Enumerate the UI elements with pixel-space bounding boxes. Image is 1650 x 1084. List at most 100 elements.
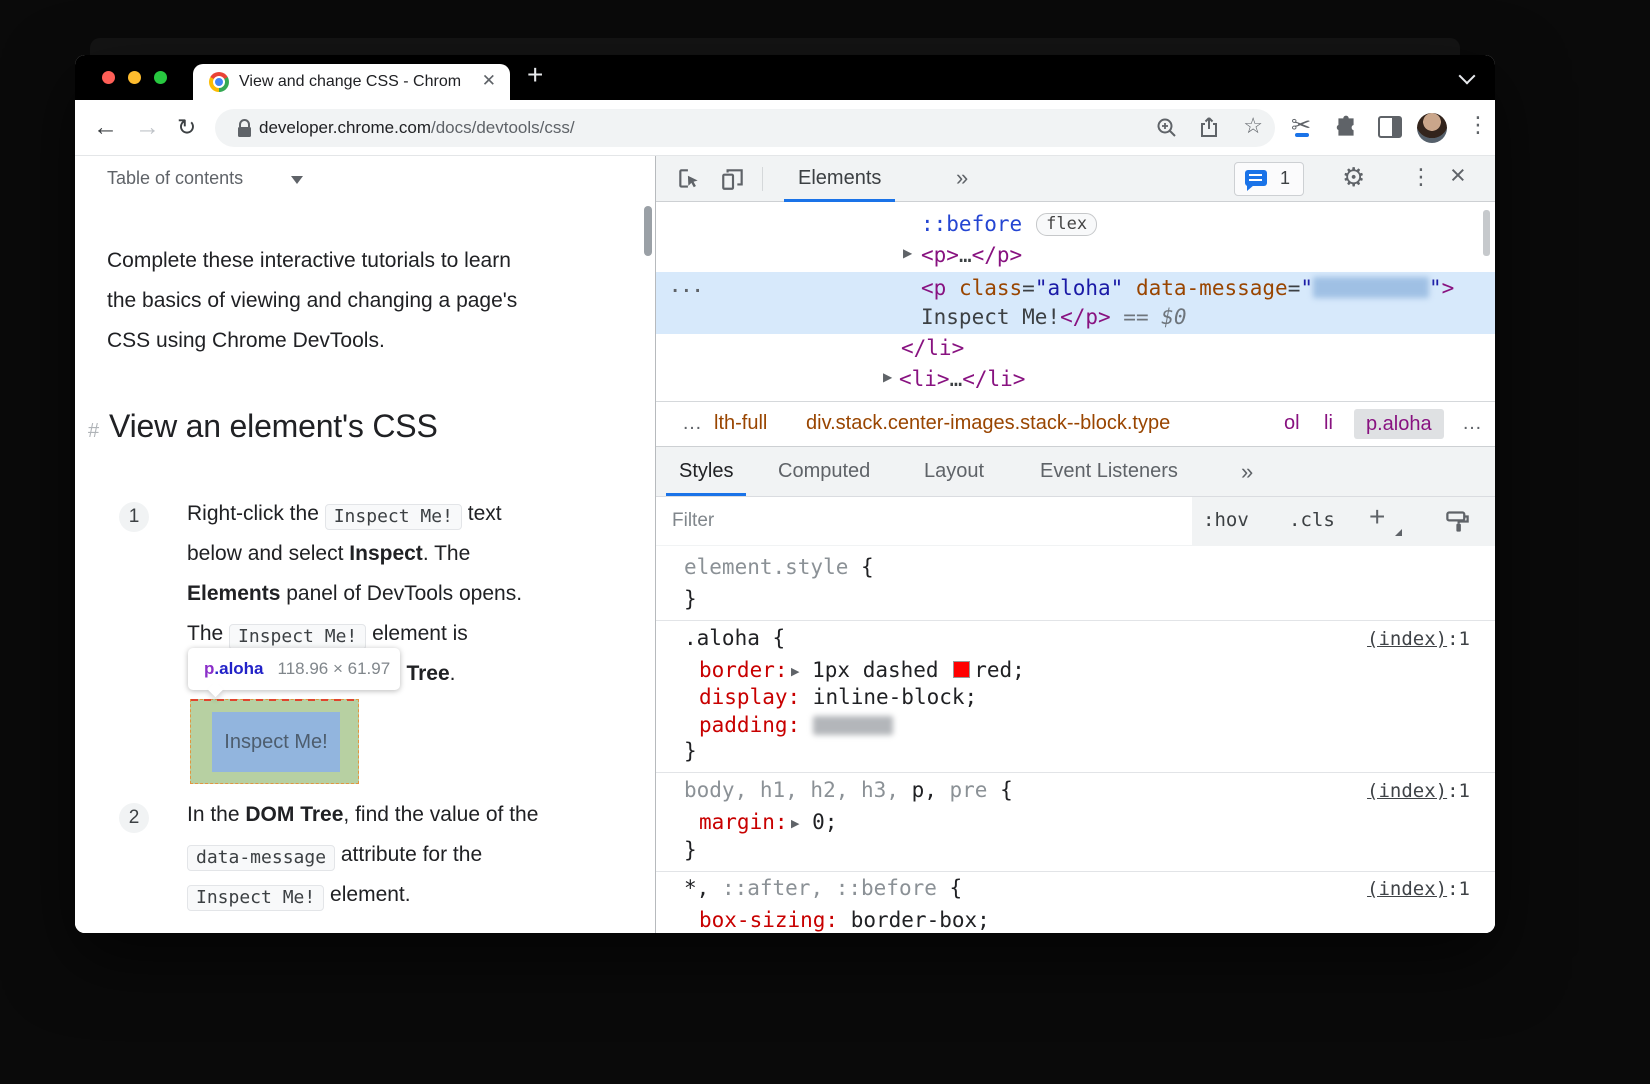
dom-node-pseudo-before[interactable]: ::before flex bbox=[921, 211, 1098, 238]
rule-element-style[interactable]: element.style { bbox=[684, 554, 874, 581]
minimize-window-button[interactable] bbox=[128, 71, 141, 84]
stylesheet-link[interactable]: (index):1 bbox=[1367, 628, 1470, 650]
matching-selector: *, bbox=[684, 876, 722, 900]
new-rule-dropdown-triangle[interactable] bbox=[1395, 529, 1402, 536]
browser-tab[interactable]: View and change CSS - Chrom ✕ bbox=[193, 64, 510, 100]
heading-anchor-hash[interactable]: # bbox=[88, 420, 99, 443]
breadcrumb-item[interactable]: li bbox=[1324, 412, 1333, 435]
link-text[interactable]: (index) bbox=[1367, 780, 1447, 802]
text: Right-click the bbox=[187, 502, 325, 525]
dom-node-li-close[interactable]: </li> bbox=[901, 335, 964, 362]
browser-window: View and change CSS - Chrom ✕ + ← → ↻ de… bbox=[75, 55, 1495, 933]
link-text[interactable]: (index) bbox=[1367, 878, 1447, 900]
breadcrumb-item[interactable]: div.stack.center-images.stack--block.typ… bbox=[806, 412, 1170, 435]
share-icon[interactable] bbox=[1197, 115, 1221, 139]
link-text[interactable]: (index) bbox=[1367, 628, 1447, 650]
filter-input[interactable] bbox=[656, 497, 1192, 545]
zoom-icon[interactable] bbox=[1155, 116, 1179, 140]
devtools-menu-kebab-icon[interactable]: ⋮ bbox=[1410, 165, 1432, 190]
toggle-hover-state-button[interactable]: :hov bbox=[1203, 509, 1249, 531]
breadcrumb-overflow-left[interactable]: … bbox=[682, 412, 702, 435]
declaration-box-sizing[interactable]: box-sizing: border-box; bbox=[699, 907, 990, 933]
inspect-me-element[interactable]: Inspect Me! bbox=[190, 699, 359, 784]
forward-icon[interactable]: → bbox=[135, 113, 160, 142]
profile-avatar[interactable] bbox=[1417, 113, 1447, 143]
dom-scrollbar[interactable] bbox=[1483, 210, 1490, 256]
new-tab-button[interactable]: + bbox=[527, 59, 543, 91]
breadcrumb-item[interactable]: ol bbox=[1284, 412, 1300, 435]
stylesheet-link[interactable]: (index):1 bbox=[1367, 878, 1470, 900]
device-toolbar-icon[interactable] bbox=[720, 166, 746, 192]
maximize-window-button[interactable] bbox=[154, 71, 167, 84]
toggle-class-button[interactable]: .cls bbox=[1289, 509, 1335, 531]
disclosure-arrow-icon[interactable]: ▶ bbox=[883, 370, 892, 384]
scissors-extension-icon[interactable]: ✂ bbox=[1291, 111, 1311, 139]
tab-event-listeners[interactable]: Event Listeners bbox=[1040, 460, 1178, 483]
page-scrollbar[interactable] bbox=[644, 206, 652, 256]
declaration-display[interactable]: display: inline-block; bbox=[699, 684, 977, 711]
declaration-margin[interactable]: margin: ▶ 0; bbox=[699, 809, 837, 836]
declaration-padding[interactable]: padding: bbox=[699, 712, 893, 739]
inspect-element-icon[interactable] bbox=[676, 166, 702, 192]
breadcrumb-overflow-right[interactable]: … bbox=[1462, 412, 1482, 435]
breadcrumb-item-selected[interactable]: p.aloha bbox=[1354, 409, 1444, 439]
close-window-button[interactable] bbox=[102, 71, 115, 84]
property-value: border-box; bbox=[838, 908, 990, 932]
tab-search-chevron-icon[interactable] bbox=[1458, 67, 1476, 85]
inspect-tooltip: p .aloha 118.96 × 61.97 bbox=[188, 648, 400, 690]
settings-gear-icon[interactable]: ⚙ bbox=[1342, 163, 1365, 193]
attr-value: "aloha" bbox=[1034, 276, 1124, 300]
table-of-contents-button[interactable]: Table of contents bbox=[107, 168, 243, 189]
reload-icon[interactable]: ↻ bbox=[177, 114, 196, 141]
node-options-dots[interactable]: ... bbox=[670, 277, 704, 297]
inline-code-chip: Inspect Me! bbox=[324, 504, 462, 530]
dom-selected-line2[interactable]: Inspect Me!</p> == $0 bbox=[921, 304, 1187, 331]
text: attribute for the bbox=[335, 843, 483, 866]
equals-equals: == bbox=[1110, 305, 1162, 329]
inline-code-chip: Inspect Me! bbox=[229, 624, 367, 650]
bookmark-star-icon[interactable]: ☆ bbox=[1243, 113, 1263, 139]
dom-selected-line1[interactable]: <p class="aloha" data-message=" "> bbox=[921, 275, 1454, 302]
dom-node-collapsed-p[interactable]: <p>…</p> bbox=[921, 242, 1022, 269]
rule-aloha-selector[interactable]: .aloha { bbox=[684, 625, 785, 652]
tab-computed[interactable]: Computed bbox=[778, 460, 870, 483]
tab-close-icon[interactable]: ✕ bbox=[482, 71, 496, 91]
tab-elements[interactable]: Elements bbox=[784, 156, 896, 202]
rule-body-selector[interactable]: body, h1, h2, h3, p, pre { bbox=[684, 777, 1013, 804]
issues-badge[interactable]: 1 bbox=[1234, 162, 1304, 196]
flex-badge[interactable]: flex bbox=[1036, 213, 1098, 236]
tab-styles[interactable]: Styles bbox=[666, 447, 747, 496]
tab-layout[interactable]: Layout bbox=[924, 460, 984, 483]
attr-name: data-message bbox=[1123, 276, 1288, 300]
closing-brace: } bbox=[684, 838, 697, 862]
dom-node-collapsed-li[interactable]: <li>…</li> bbox=[899, 366, 1025, 393]
more-tabs-icon[interactable]: » bbox=[1241, 459, 1253, 485]
new-style-rule-button[interactable]: + bbox=[1369, 501, 1385, 533]
side-panel-icon[interactable] bbox=[1378, 116, 1402, 138]
selector-text: body, h1, h2, h3, bbox=[684, 778, 912, 802]
declaration-border[interactable]: border: ▶ 1px dashed red; bbox=[699, 657, 1025, 684]
tag-text: </p> bbox=[971, 243, 1023, 267]
stylesheet-link[interactable]: (index):1 bbox=[1367, 780, 1470, 802]
text: , find the value of the bbox=[343, 803, 539, 826]
property-name: padding: bbox=[699, 713, 813, 737]
chevron-down-icon[interactable] bbox=[291, 176, 303, 184]
step1-line3: Elements panel of DevTools opens. bbox=[187, 582, 522, 612]
paint-roller-icon[interactable] bbox=[1444, 508, 1471, 535]
address-bar[interactable]: developer.chrome.com/docs/devtools/css/ … bbox=[215, 109, 1275, 147]
property-value: red; bbox=[974, 658, 1025, 682]
color-swatch-red[interactable] bbox=[953, 661, 971, 678]
redacted-attr-value bbox=[1313, 277, 1430, 298]
expand-arrow-icon[interactable]: ▶ bbox=[788, 665, 799, 678]
intro-line: CSS using Chrome DevTools. bbox=[107, 329, 385, 352]
more-panels-icon[interactable]: » bbox=[956, 165, 968, 191]
expand-arrow-icon[interactable]: ▶ bbox=[788, 817, 799, 830]
rule-universal-selector[interactable]: *, ::after, ::before { bbox=[684, 875, 962, 902]
disclosure-arrow-icon[interactable]: ▶ bbox=[903, 246, 912, 260]
tag-text: <p bbox=[921, 276, 947, 300]
devtools-close-icon[interactable]: × bbox=[1450, 160, 1466, 191]
browser-menu-kebab-icon[interactable]: ⋮ bbox=[1467, 113, 1489, 138]
breadcrumb-item[interactable]: lth-full bbox=[714, 412, 767, 435]
extensions-puzzle-icon[interactable] bbox=[1333, 114, 1359, 140]
back-icon[interactable]: ← bbox=[93, 113, 118, 142]
